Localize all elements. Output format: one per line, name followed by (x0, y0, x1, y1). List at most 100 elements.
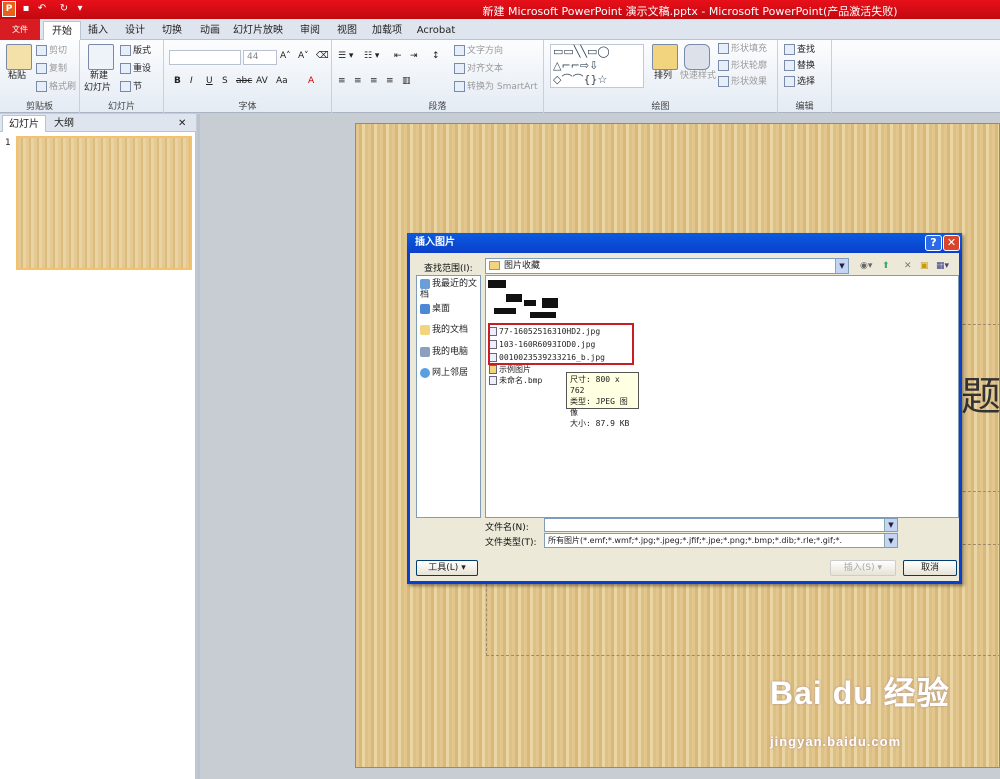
new-slide-icon[interactable] (88, 44, 114, 70)
chevron-down-icon[interactable]: ▼ (835, 259, 848, 273)
reset-button[interactable]: 重设 (120, 63, 151, 75)
align-center-icon[interactable]: ≡ (354, 75, 362, 87)
increase-indent-icon[interactable]: ⇥ (410, 50, 418, 62)
text-direction-button[interactable]: 文字方向 (454, 45, 503, 57)
columns-icon[interactable]: ▥ (402, 75, 411, 87)
shape-effects-button[interactable]: 形状效果 (718, 76, 767, 88)
shadow-icon[interactable]: S (222, 75, 228, 87)
tab-acrobat[interactable]: Acrobat (416, 21, 456, 40)
align-right-icon[interactable]: ≡ (370, 75, 378, 87)
format-painter-button[interactable]: 格式刷 (36, 81, 76, 93)
look-in-dropdown[interactable]: 图片收藏 ▼ (485, 258, 849, 274)
replace-icon (784, 60, 795, 71)
font-name-combo[interactable] (169, 50, 241, 65)
help-icon[interactable]: ? (925, 235, 942, 251)
tab-transitions[interactable]: 切换 (158, 21, 186, 40)
tab-slides-pane[interactable]: 幻灯片 (2, 115, 46, 132)
back-icon[interactable]: ◉▾ (860, 260, 872, 272)
char-spacing-icon[interactable]: AV (256, 75, 268, 87)
close-pane-icon[interactable]: ✕ (178, 115, 186, 132)
filename-label: 文件名(N): (485, 523, 529, 533)
clear-format-icon[interactable]: ⌫ (316, 50, 329, 62)
smartart-button[interactable]: 转换为 SmartArt (454, 81, 537, 93)
bullets-icon[interactable]: ☰ ▾ (338, 50, 353, 62)
new-folder-icon[interactable]: ▣ (920, 260, 929, 272)
tab-design[interactable]: 设计 (121, 21, 149, 40)
paste-icon[interactable] (6, 44, 32, 70)
quick-styles-button[interactable]: 快速样式 (680, 70, 716, 82)
paragraph-label: 段落 (428, 102, 447, 112)
justify-icon[interactable]: ≡ (386, 75, 394, 87)
italic-icon[interactable]: I (190, 75, 193, 87)
tab-review[interactable]: 审阅 (296, 21, 324, 40)
grow-font-icon[interactable]: A˄ (280, 50, 291, 62)
bmp-file-icon (489, 376, 497, 385)
cancel-button[interactable]: 取消 (903, 560, 957, 576)
layout-button[interactable]: 版式 (120, 45, 151, 57)
font-color-icon[interactable]: A (308, 75, 314, 87)
tab-file[interactable]: 文件 (0, 19, 40, 40)
cut-button[interactable]: 剪切 (36, 45, 67, 57)
place-desktop[interactable]: 桌面 (420, 304, 480, 315)
file-item[interactable]: 未命名.bmp (489, 375, 542, 386)
insert-button[interactable]: 插入(S) ▾ (830, 560, 896, 576)
arrange-icon[interactable] (652, 44, 678, 70)
slides-label: 幻灯片 (107, 102, 135, 112)
font-label: 字体 (238, 102, 257, 112)
new-slide-button[interactable]: 新建 (90, 70, 108, 82)
title-bar: P ▪ ↶ ↻ ▾ 新建 Microsoft PowerPoint 演示文稿.p… (0, 0, 1000, 19)
change-case-icon[interactable]: Aa (276, 75, 288, 87)
arrange-button[interactable]: 排列 (654, 70, 672, 82)
decrease-indent-icon[interactable]: ⇤ (394, 50, 402, 62)
underline-icon[interactable]: U (206, 75, 213, 87)
chevron-down-icon[interactable]: ▼ (884, 519, 897, 531)
tab-outline-pane[interactable]: 大纲 (48, 115, 80, 132)
align-text-button[interactable]: 对齐文本 (454, 63, 503, 75)
quick-styles-icon[interactable] (684, 44, 710, 70)
bold-icon[interactable]: B (174, 75, 181, 87)
tab-view[interactable]: 视图 (333, 21, 361, 40)
tab-animations[interactable]: 动画 (196, 21, 224, 40)
tab-home[interactable]: 开始 (43, 21, 81, 40)
slide-thumbnail[interactable] (16, 136, 192, 270)
filename-input[interactable]: ▼ (544, 518, 898, 532)
new-slide-label[interactable]: 幻灯片 (84, 82, 111, 94)
place-network[interactable]: 网上邻居 (420, 368, 480, 379)
shapes-gallery[interactable]: ▭▭╲╲▭◯ △⌐⌐⇨⇩ ◇⌒⌒{}☆ (550, 44, 644, 88)
place-recent[interactable]: 我最近的文档 (420, 279, 480, 301)
numbering-icon[interactable]: ☷ ▾ (364, 50, 379, 62)
tools-button[interactable]: 工具(L) ▾ (416, 560, 478, 576)
shape-outline-button[interactable]: 形状轮廓 (718, 60, 767, 72)
delete-icon[interactable]: ✕ (904, 260, 912, 272)
folder-item[interactable]: 示例图片 (489, 364, 531, 375)
align-left-icon[interactable]: ≡ (338, 75, 346, 87)
watermark-brand: Bai du 经验 (770, 675, 950, 711)
pane-splitter[interactable] (197, 114, 200, 779)
group-editing: 查找 替换 选择 编辑 (778, 40, 832, 113)
tab-addins[interactable]: 加载项 (370, 21, 404, 40)
replace-button[interactable]: 替换 (784, 60, 815, 72)
close-icon[interactable]: ✕ (943, 235, 960, 251)
chevron-down-icon[interactable]: ▼ (884, 534, 897, 547)
file-list[interactable]: 77-16052516310HD2.jpg 103-160R6093IOD0.j… (485, 275, 959, 518)
tab-slideshow[interactable]: 幻灯片放映 (232, 21, 284, 40)
tab-insert[interactable]: 插入 (84, 21, 112, 40)
section-button[interactable]: 节 (120, 81, 142, 93)
find-button[interactable]: 查找 (784, 44, 815, 56)
copy-icon (36, 63, 47, 74)
insert-picture-dialog: 插入图片 ? ✕ 查找范围(I): 图片收藏 ▼ ◉▾ ⬆ ✕ ▣ ▦▾ 我最近… (407, 233, 962, 584)
copy-button[interactable]: 复制 (36, 63, 67, 75)
shape-fill-button[interactable]: 形状填充 (718, 43, 767, 55)
font-size-combo[interactable]: 44 (243, 50, 277, 65)
filetype-dropdown[interactable]: 所有图片(*.emf;*.wmf;*.jpg;*.jpeg;*.jfif;*.j… (544, 533, 898, 548)
up-folder-icon[interactable]: ⬆ (882, 260, 890, 272)
line-spacing-icon[interactable]: ↕ (432, 50, 440, 62)
place-my-documents[interactable]: 我的文档 (420, 325, 480, 336)
views-icon[interactable]: ▦▾ (936, 260, 949, 272)
place-my-computer[interactable]: 我的电脑 (420, 347, 480, 358)
select-button[interactable]: 选择 (784, 76, 815, 88)
shrink-font-icon[interactable]: A˅ (298, 50, 309, 62)
paste-button[interactable]: 粘贴 (8, 70, 26, 82)
strikethrough-icon[interactable]: abc (236, 75, 252, 87)
group-clipboard: 粘贴 剪切 复制 格式刷 剪贴板 (0, 40, 80, 113)
